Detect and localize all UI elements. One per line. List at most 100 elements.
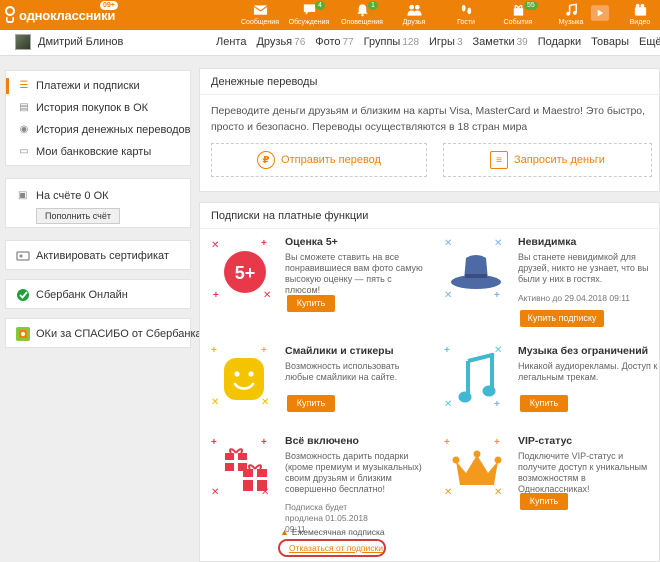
request-money-button[interactable]: ≡ Запросить деньги — [443, 143, 652, 177]
nav-guests[interactable]: Гости — [444, 3, 488, 29]
balance-line: ▣ На счёте 0 ОК — [6, 186, 190, 206]
send-transfer-button[interactable]: ₽ Отправить перевод — [211, 143, 427, 177]
vip-art: + + ✕ ✕ — [444, 437, 503, 498]
feature-title: VIP-статус — [518, 435, 573, 447]
feature-smileys-stickers: + + ✕ ✕ Смайлики и стикеры Возможность и… — [205, 345, 420, 445]
sidebar-item-purchase-history[interactable]: ▤ История покупок в ОК — [6, 97, 190, 119]
hat-icon — [451, 255, 501, 289]
balance-label: На счёте 0 ОК — [36, 190, 109, 202]
site-logo[interactable]: одноклассники 09+ — [4, 1, 118, 25]
smileys-art: + + ✕ ✕ — [211, 345, 270, 408]
spasibo-logo-icon — [16, 327, 30, 341]
certificate-icon — [16, 251, 30, 261]
sberbank-card[interactable]: Сбербанк Онлайн — [5, 279, 191, 309]
ruble-icon: ₽ — [257, 151, 276, 169]
crown-icon — [452, 450, 502, 485]
feature-description: Возможность использовать любые смайлики … — [285, 361, 400, 382]
profile-nav-friends[interactable]: Друзья 76 — [256, 36, 305, 48]
nav-video-promo[interactable] — [586, 3, 614, 29]
profile-nav-goods[interactable]: Товары — [591, 36, 629, 48]
video-camera-icon — [620, 3, 660, 18]
nav-notifications[interactable]: 1 Оповещения — [340, 1, 384, 29]
feature-music-unlimited: + ✕ ✕ + Музыка без ограничений Никакой а… — [438, 345, 657, 445]
buy-vip-button[interactable]: Купить — [520, 493, 568, 510]
balance-card: ▣ На счёте 0 ОК Пополнить счёт — [5, 178, 191, 228]
feature-description: Возможность дарить подарки (кроме премиу… — [285, 451, 422, 494]
sidebar-item-bank-cards[interactable]: ▭ Мои банковские карты — [6, 141, 190, 163]
svg-text:5+: 5+ — [235, 263, 256, 283]
envelope-icon — [238, 3, 282, 18]
feature-title: Смайлики и стикеры — [285, 345, 394, 357]
cart-icon: ▤ — [19, 102, 29, 113]
discussions-badge: 4 — [315, 1, 325, 10]
buy-music-button[interactable]: Купить — [520, 395, 568, 412]
logo-badge: 09+ — [100, 1, 118, 10]
nav-messages[interactable]: Сообщения — [238, 3, 282, 29]
feature-title: Оценка 5+ — [285, 236, 338, 248]
activate-certificate[interactable]: Активировать сертификат — [6, 241, 190, 271]
profile-nav-more[interactable]: Ещё ▼ — [639, 36, 660, 48]
profile-nav-feed[interactable]: Лента — [216, 36, 246, 48]
top-up-button[interactable]: Пополнить счёт — [36, 208, 120, 224]
buy-rating-button[interactable]: Купить — [287, 295, 335, 312]
people-icon — [392, 3, 436, 18]
invoice-icon: ≡ — [490, 151, 509, 169]
coin-icon: ◉ — [19, 124, 29, 135]
nav-video[interactable]: Видео — [620, 3, 660, 29]
spasibo-card[interactable]: ОКи за СПАСИБО от Сбербанка — [5, 318, 202, 349]
card-icon: ▭ — [19, 146, 29, 157]
rating-5plus-icon: 5+ — [224, 251, 266, 293]
profile-nav-notes[interactable]: Заметки 39 — [473, 36, 528, 48]
feature-title: Невидимка — [518, 236, 577, 248]
feature-description: Никакой аудиорекламы. Доступ к легальным… — [518, 361, 658, 382]
profile-nav-groups[interactable]: Группы 128 — [364, 36, 419, 48]
feature-rating-5plus: ✕ + + ✕ 5+ Оценка 5+ Вы сможете ставить … — [205, 236, 423, 336]
play-icon — [586, 5, 614, 21]
nav-friends[interactable]: Друзья — [392, 3, 436, 29]
nav-events[interactable]: 55 События — [496, 1, 540, 29]
footprints-icon — [444, 3, 488, 18]
spasibo-ok-points[interactable]: ОКи за СПАСИБО от Сбербанка — [6, 319, 202, 349]
active-until-note: Активно до 29.04.2018 09:11 — [518, 293, 631, 303]
notifications-badge: 1 — [368, 1, 378, 10]
feature-all-inclusive: + + ✕ ✕ Всё включено Возможность дарить … — [205, 435, 422, 534]
sberbank-online[interactable]: Сбербанк Онлайн — [6, 280, 190, 310]
profile-bar: Дмитрий Блинов Лента Друзья 76 Фото 77 Гру… — [0, 30, 660, 56]
wallet-icon: ▣ — [18, 190, 28, 201]
certificate-card[interactable]: Активировать сертификат — [5, 240, 191, 270]
feature-invisible: ✕ ✕ ✕ + Невидимка Вы станете невидимкой … — [438, 236, 653, 336]
music-note-art-icon — [458, 353, 496, 403]
rating-5plus-art: ✕ + + ✕ 5+ — [211, 238, 272, 301]
user-name[interactable]: Дмитрий Блинов — [38, 36, 123, 48]
smiley-sticker-icon — [224, 358, 264, 400]
feature-description: Подключите VIP-статус и получите доступ … — [518, 451, 648, 494]
buy-smileys-button[interactable]: Купить — [287, 395, 335, 412]
avatar[interactable] — [15, 34, 31, 50]
feature-description: Вы сможете ставить на все понравившиеся … — [285, 252, 423, 295]
buy-invisible-button[interactable]: Купить подписку — [520, 310, 604, 327]
payments-menu: ☰ Платежи и подписки ▤ История покупок в… — [5, 70, 191, 166]
all-inclusive-art: + + ✕ ✕ — [211, 437, 270, 498]
money-transfers-panel: Денежные переводы Переводите деньги друз… — [199, 68, 660, 192]
sidebar-item-payments[interactable]: ☰ Платежи и подписки — [6, 75, 190, 97]
warning-icon: ▲ — [280, 527, 289, 537]
nav-discussions[interactable]: 4 Обсуждения — [287, 1, 331, 29]
events-badge: 55 — [524, 1, 538, 10]
cancel-subscription-link[interactable]: Отказаться от подписки — [289, 543, 383, 553]
subscriptions-title: Подписки на платные функции — [200, 203, 659, 229]
profile-nav-games[interactable]: Игры 3 — [429, 36, 463, 48]
feature-title: Музыка без ограничений — [518, 345, 649, 357]
list-icon: ☰ — [19, 80, 29, 91]
feature-title: Всё включено — [285, 435, 359, 447]
transfers-description: Переводите деньги друзьям и близким на к… — [211, 105, 646, 133]
profile-nav-photos[interactable]: Фото 77 — [315, 36, 353, 48]
ok-logo-icon — [4, 6, 16, 24]
cancel-highlight-ring: Отказаться от подписки — [278, 539, 386, 557]
sidebar-item-transfer-history[interactable]: ◉ История денежных переводов — [6, 119, 191, 141]
feature-description: Вы станете невидимкой для друзей, никто … — [518, 252, 649, 284]
feature-vip-status: + + ✕ ✕ VIP-статус Подключите VIP-статус… — [438, 435, 653, 535]
profile-nav-gifts[interactable]: Подарки — [538, 36, 581, 48]
gift-boxes-icon — [225, 448, 267, 491]
monthly-subscription-line: ▲ Ежемесячная подписка — [280, 527, 385, 537]
transfers-title: Денежные переводы — [200, 69, 659, 95]
